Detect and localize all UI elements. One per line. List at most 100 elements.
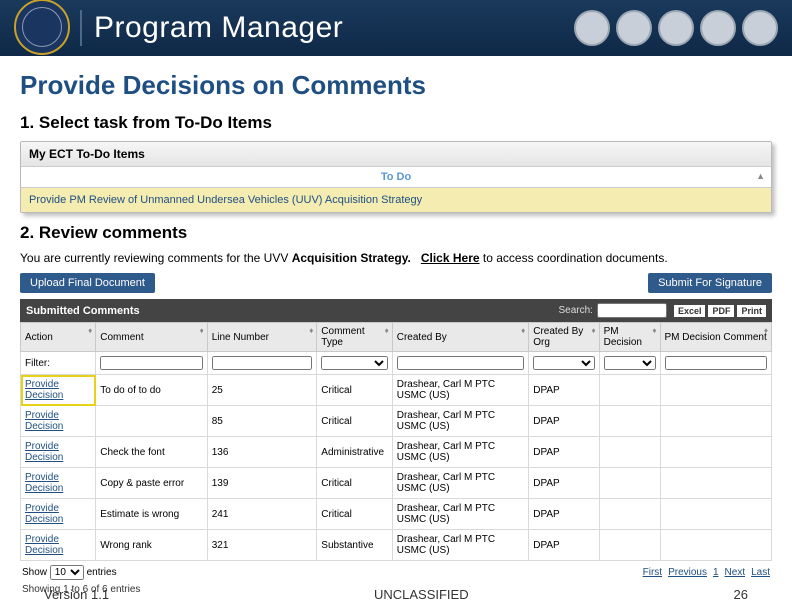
- cell-pm: [599, 530, 660, 561]
- provide-decision-link[interactable]: Provide Decision: [25, 379, 63, 401]
- table-row: Provide DecisionTo do of to do25Critical…: [21, 375, 772, 406]
- filter-row: Filter:: [21, 352, 772, 375]
- filter-type[interactable]: [321, 356, 387, 370]
- column-header[interactable]: Action♦: [21, 323, 96, 352]
- show-label: Show: [22, 567, 47, 578]
- cell-type: Critical: [317, 468, 392, 499]
- cell-pm: [599, 468, 660, 499]
- export-pdf-button[interactable]: PDF: [708, 305, 734, 317]
- sort-icon: ♦: [385, 326, 389, 335]
- todo-panel-title: My ECT To-Do Items: [21, 142, 771, 167]
- filter-pmdecision[interactable]: [604, 356, 656, 370]
- cell-comment: Copy & paste error: [96, 468, 207, 499]
- cell-type: Administrative: [317, 437, 392, 468]
- cell-line: 321: [207, 530, 317, 561]
- cell-pmc: [660, 468, 772, 499]
- cell-comment: Check the font: [96, 437, 207, 468]
- column-header[interactable]: Comment♦: [96, 323, 207, 352]
- cell-pm: [599, 406, 660, 437]
- service-seal-icon: [658, 10, 694, 46]
- cell-line: 139: [207, 468, 317, 499]
- search-input[interactable]: [597, 303, 667, 318]
- sort-icon: ♦: [309, 326, 313, 335]
- cell-org: DPAP: [529, 468, 599, 499]
- cell-comment: To do of to do: [96, 375, 207, 406]
- filter-createdby[interactable]: [397, 356, 524, 370]
- submitted-comments-bar: Submitted Comments Search: Excel PDF Pri…: [20, 299, 772, 322]
- column-header[interactable]: Created By♦: [392, 323, 528, 352]
- cell-comment: Wrong rank: [96, 530, 207, 561]
- export-print-button[interactable]: Print: [737, 305, 766, 317]
- pager: First Previous 1 Next Last: [643, 567, 770, 578]
- pager-prev[interactable]: Previous: [668, 567, 707, 578]
- filter-pmcomment[interactable]: [665, 356, 768, 370]
- service-seal-icon: [700, 10, 736, 46]
- slide-title: Provide Decisions on Comments: [20, 70, 772, 101]
- review-prefix: You are currently reviewing comments for…: [20, 251, 292, 265]
- filter-line[interactable]: [212, 356, 313, 370]
- cell-createdby: Drashear, Carl M PTC USMC (US): [392, 499, 528, 530]
- cell-type: Critical: [317, 499, 392, 530]
- column-header[interactable]: Comment Type♦: [317, 323, 392, 352]
- cell-type: Substantive: [317, 530, 392, 561]
- divider: [80, 10, 82, 46]
- cell-org: DPAP: [529, 499, 599, 530]
- provide-decision-link[interactable]: Provide Decision: [25, 410, 63, 432]
- pager-last[interactable]: Last: [751, 567, 770, 578]
- provide-decision-link[interactable]: Provide Decision: [25, 441, 63, 463]
- column-header[interactable]: PM Decision♦: [599, 323, 660, 352]
- entries-label: entries: [87, 567, 117, 578]
- cell-createdby: Drashear, Carl M PTC USMC (US): [392, 468, 528, 499]
- pager-first[interactable]: First: [643, 567, 662, 578]
- slide-footer: Version 1.1 UNCLASSIFIED 26: [0, 587, 792, 602]
- todo-panel: My ECT To-Do Items To Do Provide PM Revi…: [20, 141, 772, 213]
- dod-seal-icon: [14, 0, 70, 55]
- page-size-select[interactable]: 10: [50, 565, 84, 580]
- cell-pm: [599, 437, 660, 468]
- provide-decision-link[interactable]: Provide Decision: [25, 534, 63, 556]
- cell-type: Critical: [317, 375, 392, 406]
- sort-icon: ♦: [764, 326, 768, 335]
- version-label: Version 1.1: [44, 587, 109, 602]
- todo-column-header[interactable]: To Do: [21, 167, 771, 188]
- filter-comment[interactable]: [100, 356, 202, 370]
- click-here-link[interactable]: Click Here: [421, 251, 480, 265]
- table-row: Provide Decision Wrong rank321Substantive…: [21, 530, 772, 561]
- export-excel-button[interactable]: Excel: [674, 305, 706, 317]
- provide-decision-link[interactable]: Provide Decision: [25, 503, 63, 525]
- cell-createdby: Drashear, Carl M PTC USMC (US): [392, 437, 528, 468]
- table-row: Provide Decision Estimate is wrong241Crit…: [21, 499, 772, 530]
- provide-decision-link[interactable]: Provide Decision: [25, 472, 63, 494]
- service-seal-icon: [616, 10, 652, 46]
- step-2-heading: 2. Review comments: [20, 223, 772, 243]
- cell-pm: [599, 499, 660, 530]
- column-header[interactable]: PM Decision Comment♦: [660, 323, 772, 352]
- todo-task-row[interactable]: Provide PM Review of Unmanned Undersea V…: [21, 188, 771, 212]
- column-header[interactable]: Created By Org♦: [529, 323, 599, 352]
- cell-line: 85: [207, 406, 317, 437]
- cell-createdby: Drashear, Carl M PTC USMC (US): [392, 530, 528, 561]
- upload-final-document-button[interactable]: Upload Final Document: [20, 273, 155, 293]
- cell-type: Critical: [317, 406, 392, 437]
- cell-line: 241: [207, 499, 317, 530]
- header-title: Program Manager: [94, 11, 343, 45]
- column-header[interactable]: Line Number♦: [207, 323, 317, 352]
- sort-icon: ♦: [88, 326, 92, 335]
- cell-comment: Estimate is wrong: [96, 499, 207, 530]
- cell-comment: [96, 406, 207, 437]
- search-label: Search:: [558, 305, 592, 316]
- cell-pmc: [660, 375, 772, 406]
- table-row: Provide DecisionCheck the font136Adminis…: [21, 437, 772, 468]
- pager-page[interactable]: 1: [713, 567, 719, 578]
- cell-org: DPAP: [529, 437, 599, 468]
- review-docname: Acquisition Strategy.: [292, 251, 411, 265]
- sort-icon: ♦: [592, 326, 596, 335]
- classification-label: UNCLASSIFIED: [374, 587, 469, 602]
- pager-next[interactable]: Next: [725, 567, 746, 578]
- sort-icon: ♦: [200, 326, 204, 335]
- cell-pm: [599, 375, 660, 406]
- submit-for-signature-button[interactable]: Submit For Signature: [648, 273, 772, 293]
- header-band: Program Manager: [0, 0, 792, 56]
- filter-org[interactable]: [533, 356, 594, 370]
- service-seal-icon: [574, 10, 610, 46]
